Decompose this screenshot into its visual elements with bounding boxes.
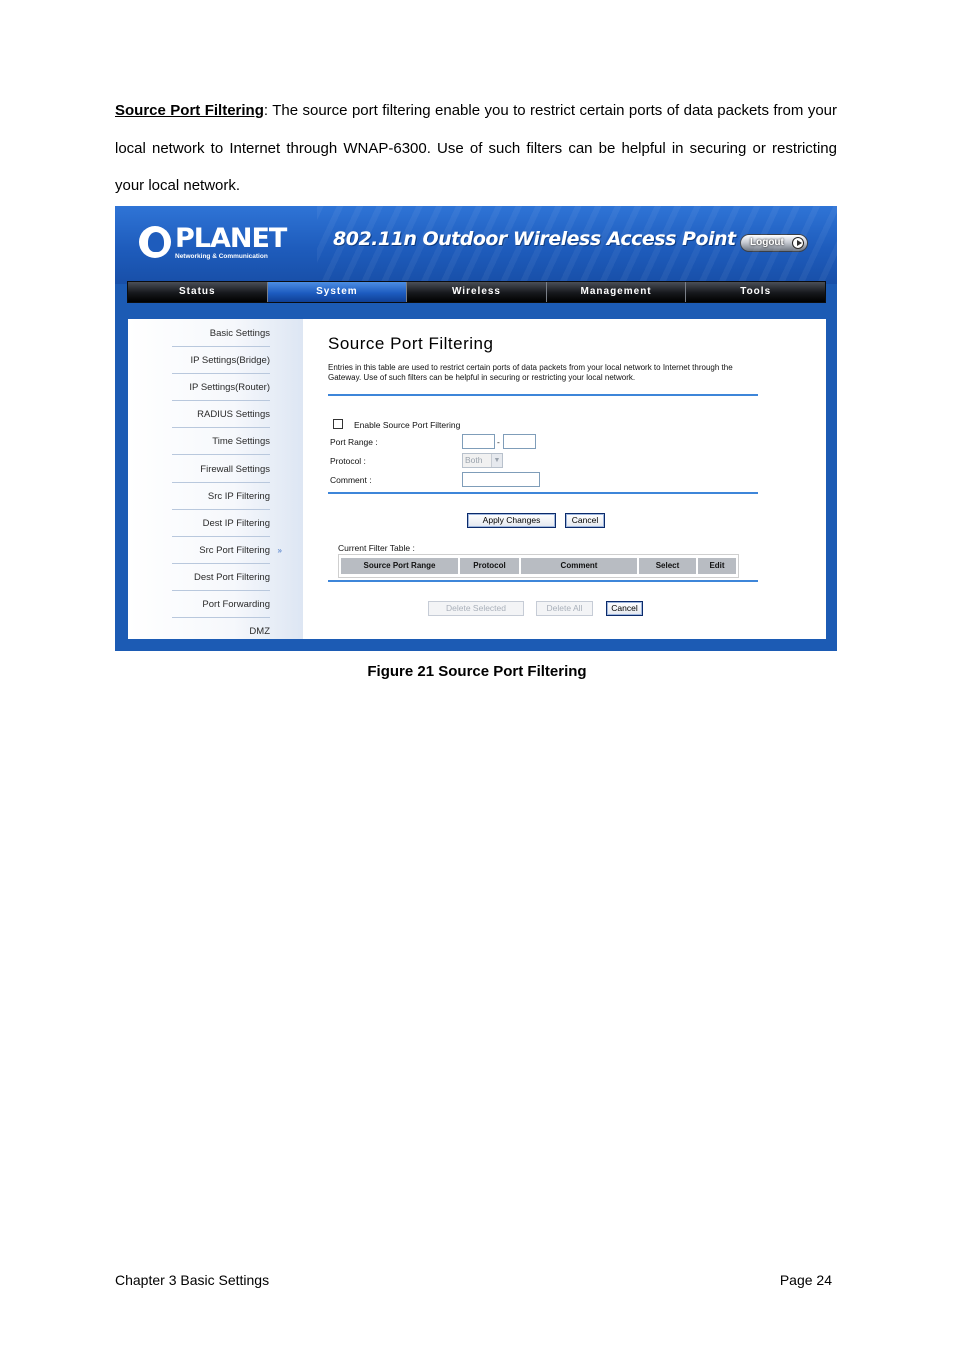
port-range-separator: - [497, 437, 500, 447]
content-area: Basic Settings IP Settings(Bridge) IP Se… [128, 319, 826, 639]
logout-label: Logout [750, 237, 784, 248]
col-source-port-range: Source Port Range [341, 558, 458, 574]
protocol-select[interactable]: Both ▼ [462, 453, 503, 468]
protocol-value: Both [465, 455, 483, 465]
page-title: Source Port Filtering [328, 334, 494, 353]
planet-logo-icon [139, 226, 171, 258]
logo-word: PLANET [175, 223, 287, 254]
enable-filter-label: Enable Source Port Filtering [354, 420, 461, 430]
sidebar: Basic Settings IP Settings(Bridge) IP Se… [128, 319, 303, 639]
main-menu: Status System Wireless Management Tools [127, 281, 826, 303]
page-description: Entries in this table are used to restri… [328, 363, 733, 382]
current-page-arrow-icon: » [277, 546, 282, 555]
sidebar-item-radius-settings[interactable]: RADIUS Settings [172, 401, 270, 428]
delete-all-button[interactable]: Delete All [536, 601, 593, 616]
sidebar-item-port-forwarding[interactable]: Port Forwarding [172, 591, 270, 618]
apply-changes-button[interactable]: Apply Changes [467, 513, 556, 528]
port-range-from-input[interactable] [462, 434, 495, 449]
filter-table-label: Current Filter Table : [338, 543, 415, 553]
sidebar-item-ip-settings-router[interactable]: IP Settings(Router) [172, 374, 270, 401]
logout-button[interactable]: Logout [740, 234, 808, 252]
footer-page-number: Page 24 [779, 1272, 832, 1288]
menu-system[interactable]: System [267, 282, 408, 302]
sidebar-item-basic-settings[interactable]: Basic Settings [172, 320, 270, 347]
chevron-down-icon: ▼ [491, 454, 502, 467]
table-cancel-button[interactable]: Cancel [606, 601, 643, 616]
figure-caption: Figure 21 Source Port Filtering [367, 663, 587, 680]
menu-management[interactable]: Management [547, 282, 687, 302]
col-select: Select [639, 558, 696, 574]
product-title: 802.11n Outdoor Wireless Access Point [333, 228, 736, 250]
arrow-right-icon [792, 237, 804, 249]
menu-wireless[interactable]: Wireless [407, 282, 547, 302]
col-comment: Comment [521, 558, 637, 574]
footer-chapter: Chapter 3 Basic Settings [115, 1272, 270, 1288]
cancel-button[interactable]: Cancel [565, 513, 605, 528]
protocol-label: Protocol : [330, 456, 366, 466]
comment-input[interactable] [462, 472, 540, 487]
intro-term: Source Port Filtering [115, 102, 264, 119]
delete-selected-button[interactable]: Delete Selected [428, 601, 524, 616]
col-edit: Edit [698, 558, 736, 574]
planet-logo: PLANET Networking & Communication [139, 224, 287, 264]
logo-subtitle: Networking & Communication [175, 253, 268, 260]
sidebar-item-ip-settings-bridge[interactable]: IP Settings(Bridge) [172, 347, 270, 374]
sidebar-item-firewall-settings[interactable]: Firewall Settings [172, 456, 270, 483]
sidebar-item-dmz[interactable]: DMZ [172, 618, 270, 645]
screenshot-frame: PLANET Networking & Communication 802.11… [115, 206, 837, 651]
intro-paragraph: Source Port Filtering: The source port f… [115, 92, 837, 205]
divider-bottom [328, 580, 758, 582]
divider-middle [328, 492, 758, 494]
port-range-to-input[interactable] [503, 434, 536, 449]
menu-tools[interactable]: Tools [686, 282, 825, 302]
sidebar-item-src-port-filtering[interactable]: Src Port Filtering» [172, 537, 282, 564]
sidebar-item-dest-port-filtering[interactable]: Dest Port Filtering [172, 564, 270, 591]
sidebar-item-time-settings[interactable]: Time Settings [172, 428, 270, 455]
enable-filter-checkbox[interactable] [333, 419, 343, 429]
menu-status[interactable]: Status [128, 282, 268, 302]
filter-table: Source Port Range Protocol Comment Selec… [338, 554, 739, 578]
port-range-label: Port Range : [330, 437, 378, 447]
sidebar-item-dest-ip-filtering[interactable]: Dest IP Filtering [172, 510, 270, 537]
comment-label: Comment : [330, 475, 372, 485]
divider-top [328, 394, 758, 396]
header-banner: PLANET Networking & Communication 802.11… [115, 206, 837, 284]
col-protocol: Protocol [460, 558, 519, 574]
sidebar-item-src-ip-filtering[interactable]: Src IP Filtering [172, 483, 270, 510]
main-panel: Source Port Filtering Entries in this ta… [328, 319, 758, 639]
